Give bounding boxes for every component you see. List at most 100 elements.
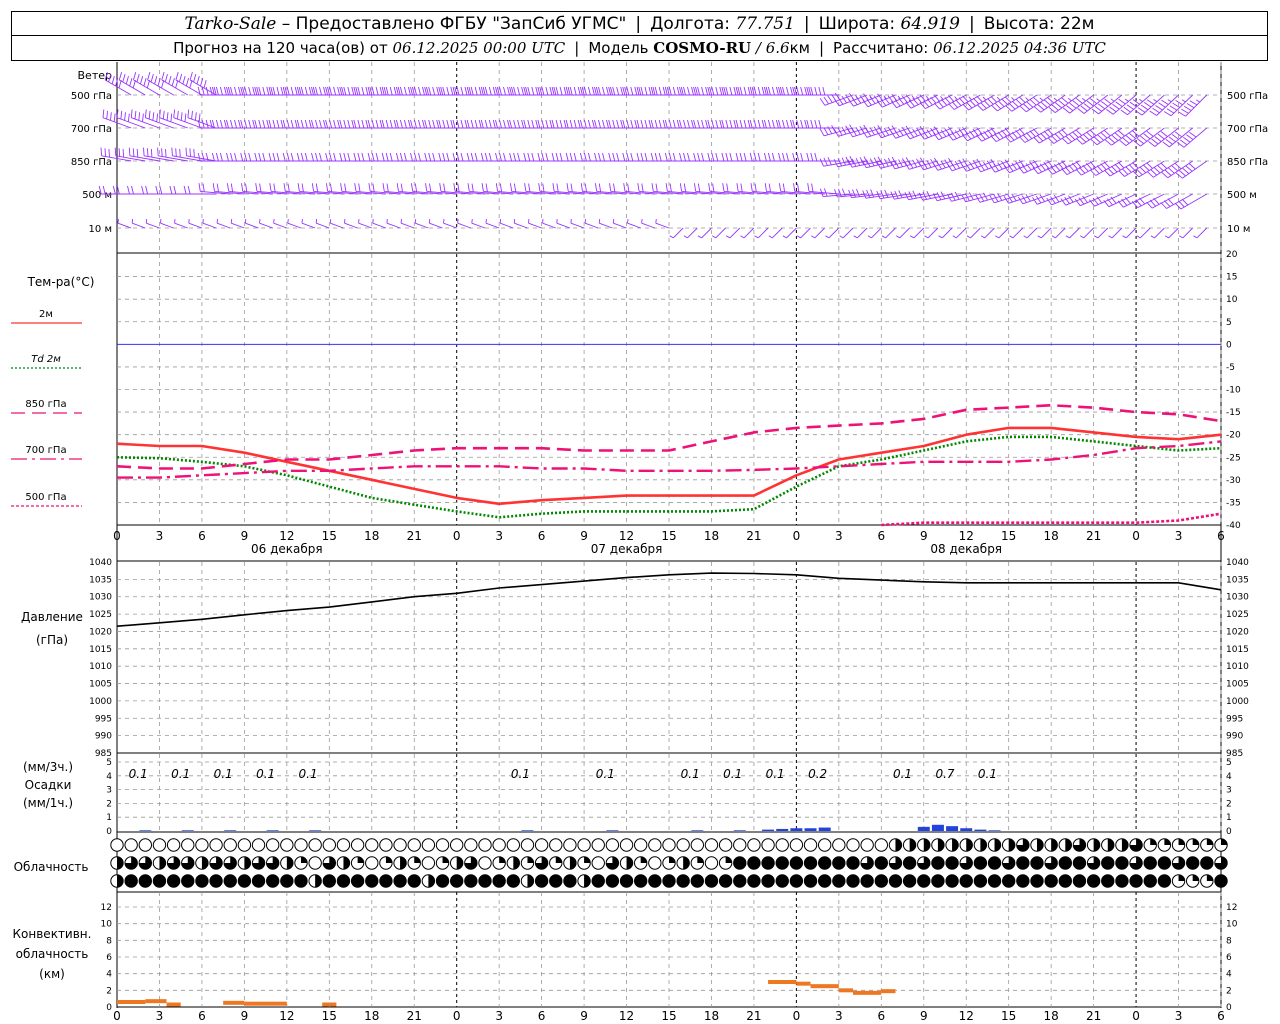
- conv-tick-label: 2: [106, 986, 112, 996]
- cloud-symbol: [365, 838, 379, 852]
- cloud-symbol: [195, 874, 209, 888]
- temp-x-tick-label: 12: [959, 529, 974, 543]
- pres-tick-label: 1025: [89, 610, 112, 620]
- cloud-symbol: [1016, 856, 1030, 870]
- prec-bar: [960, 828, 973, 831]
- wind-barb: [117, 219, 132, 229]
- conv-x-tick-label: 9: [920, 1009, 928, 1023]
- cloud-symbol-fill: [994, 838, 1001, 852]
- wind-barb: [1019, 94, 1052, 113]
- cloud-symbol: [435, 838, 450, 852]
- wind-barb: [584, 219, 599, 229]
- conv-x-tick-label: 3: [495, 1009, 503, 1023]
- wind-barb: [259, 219, 273, 229]
- cloud-symbol-fill: [1065, 838, 1072, 852]
- prec-bar: [931, 824, 944, 831]
- wind-barb: [924, 227, 939, 239]
- wind-level-label-right: 500 м: [1227, 190, 1257, 201]
- prec-amount-label: 0.7: [935, 767, 954, 781]
- wind-barb: [1133, 127, 1165, 147]
- conv-x-tick-label: 12: [959, 1009, 974, 1023]
- wind-barb: [839, 227, 854, 239]
- wind-barb: [990, 127, 1024, 143]
- cloud-symbol: [280, 874, 294, 888]
- cloud-symbol: [902, 874, 917, 888]
- cloud-symbol: [322, 838, 337, 852]
- prec-tick-label: 4: [106, 772, 112, 782]
- cloud-symbol: [817, 856, 832, 870]
- cloud-symbol: [577, 838, 591, 852]
- wind-barb: [130, 109, 160, 129]
- conv-tick-label-right: 0: [1226, 1003, 1232, 1013]
- cloud-symbol: [280, 838, 294, 852]
- conv-bar: [166, 1002, 181, 1007]
- cloud-symbol-fill: [683, 856, 690, 870]
- wind-barb: [655, 219, 670, 229]
- cloud-symbol: [931, 874, 945, 888]
- conv-x-tick-label: 3: [835, 1009, 843, 1023]
- cloud-symbol-fill: [1178, 838, 1185, 845]
- wind-level-label-right: 500 гПа: [1227, 91, 1268, 102]
- wind-barb: [933, 126, 967, 141]
- cloud-symbol-fill: [428, 874, 435, 888]
- prec-bar: [917, 826, 930, 831]
- wind-barb: [995, 227, 1010, 239]
- cloud-symbol: [775, 874, 789, 888]
- wind-barb: [230, 219, 245, 229]
- cloud-symbol-fill: [117, 856, 124, 870]
- temp-x-tick-label: 21: [407, 529, 422, 543]
- cloud-symbol: [987, 856, 1002, 870]
- temp-x-tick-label: 3: [156, 529, 164, 543]
- wind-barb: [895, 227, 910, 239]
- conv-tick-label-right: 6: [1226, 953, 1232, 963]
- cloud-symbol: [718, 838, 733, 852]
- wind-barb: [825, 227, 840, 239]
- conv-tick-label-right: 2: [1226, 986, 1232, 996]
- cloud-symbol: [549, 838, 563, 852]
- cloud-symbol: [1115, 856, 1129, 870]
- wind-barb: [726, 227, 741, 239]
- cloud-symbol-fill: [1178, 874, 1185, 881]
- wind-barb: [471, 219, 486, 229]
- conv-tick-label: 4: [106, 970, 112, 980]
- cloud-symbol: [662, 838, 676, 852]
- wind-barb: [1108, 227, 1123, 239]
- wind-barb: [1178, 94, 1208, 117]
- cloud-symbol: [633, 874, 648, 888]
- cloud-symbol-fill: [1221, 838, 1228, 845]
- wind-barb: [174, 219, 188, 229]
- cloud-symbol: [435, 874, 450, 888]
- wind-barb: [485, 219, 500, 229]
- cloud-symbol: [775, 856, 789, 870]
- cloud-symbol: [945, 874, 959, 888]
- cloud-symbol: [761, 856, 775, 870]
- temp-x-tick-label: 0: [113, 529, 121, 543]
- wind-barb: [975, 159, 1009, 173]
- wind-barb: [876, 93, 910, 108]
- wind-barb: [782, 227, 797, 239]
- cloud-symbol: [1157, 856, 1172, 870]
- prec-bar: [691, 830, 704, 831]
- wind-barb: [1065, 227, 1080, 239]
- cloud-symbol: [846, 856, 860, 870]
- cloud-symbol-fill: [626, 856, 633, 870]
- cloud-symbol: [407, 838, 421, 852]
- temp-x-tick-label: 0: [453, 529, 461, 543]
- temp-x-tick-label: 18: [1044, 529, 1059, 543]
- cloud-symbol: [690, 874, 705, 888]
- cloud-symbol-fill: [201, 856, 209, 870]
- cloud-symbol: [803, 838, 818, 852]
- conv-tick-label-right: 12: [1226, 903, 1237, 913]
- temp-x-tick-label: 9: [920, 529, 928, 543]
- cloud-symbol-fill: [569, 856, 577, 870]
- prec-amount-label: 0.1: [256, 767, 275, 781]
- temp-tick-label: -30: [1226, 476, 1241, 486]
- wind-barb: [905, 94, 939, 109]
- temp-tick-label: 20: [1226, 250, 1238, 260]
- wind-barb: [513, 219, 528, 229]
- cloud-symbol: [138, 838, 153, 852]
- wind-barb: [400, 219, 415, 229]
- cloud-symbol: [506, 874, 521, 888]
- wind-barb: [1089, 193, 1123, 207]
- cloud-symbol: [676, 838, 690, 852]
